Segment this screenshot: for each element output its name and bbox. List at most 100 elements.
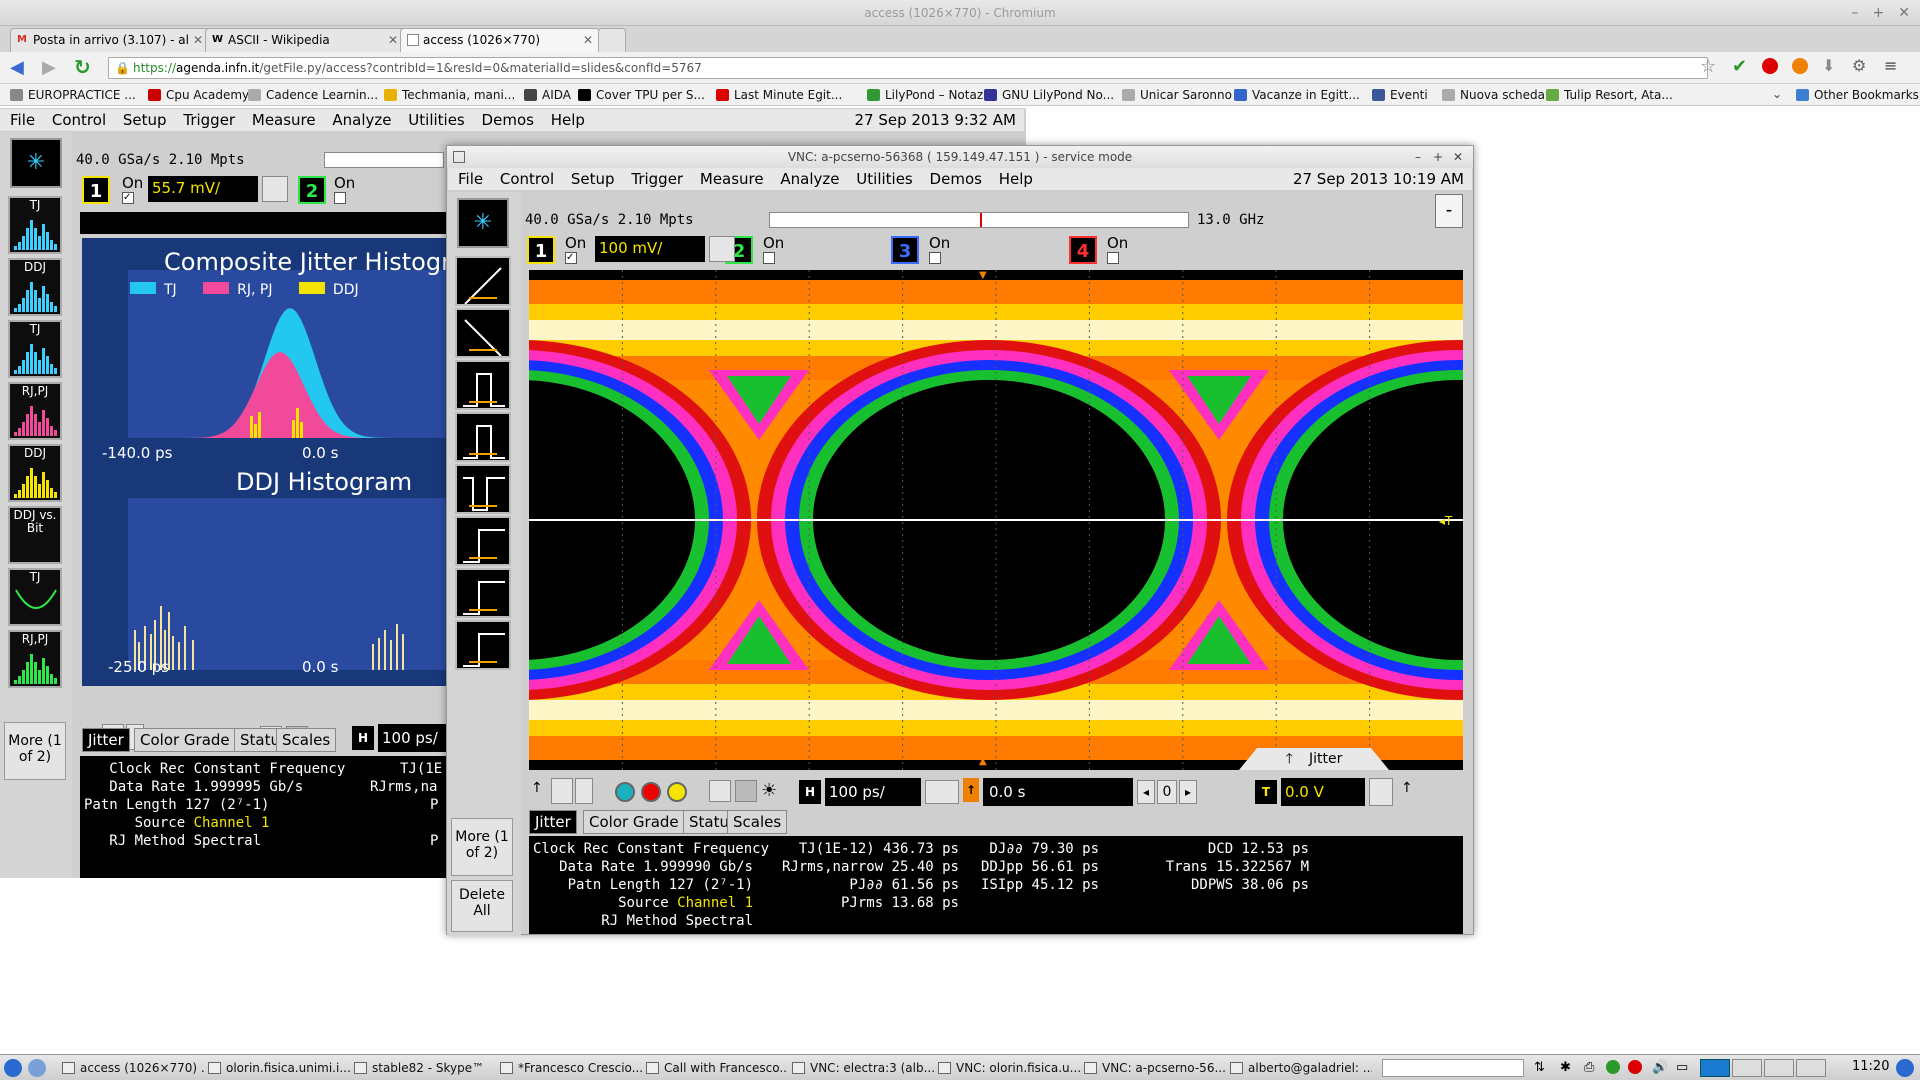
menu-help[interactable]: Help — [999, 170, 1033, 188]
ch1-scale-field[interactable]: 55.7 mV/ — [148, 176, 258, 202]
close-icon[interactable]: ✕ — [1898, 0, 1910, 26]
horizontal-icon[interactable]: H — [352, 726, 374, 750]
trigger-mode-button[interactable] — [455, 620, 511, 670]
vnc-minimize-icon[interactable]: – — [1415, 146, 1421, 168]
jitter-graph-button[interactable]: TJ — [8, 196, 62, 254]
ch2-on-checkbox[interactable] — [334, 192, 346, 204]
menu-file[interactable]: File — [458, 170, 483, 188]
start-menu-icon[interactable] — [4, 1059, 22, 1077]
tab-color-grade[interactable]: Color Grade — [134, 728, 236, 752]
jitter-tab-flag[interactable]: 🡑 Jitter — [1239, 748, 1389, 770]
browser-launcher-icon[interactable] — [28, 1059, 46, 1077]
volume-icon[interactable]: 🔊 — [1652, 1060, 1668, 1075]
trigger-mode-button[interactable] — [455, 412, 511, 462]
trigger-level-field[interactable]: 0.0 V — [1281, 778, 1365, 806]
run-button[interactable] — [615, 782, 635, 802]
jitter-graph-button[interactable]: DDJ — [8, 258, 62, 316]
menu-analyze[interactable]: Analyze — [780, 170, 839, 188]
bookmark-item[interactable]: Cadence Learnin... — [248, 87, 378, 103]
reload-icon[interactable]: ↻ — [74, 55, 91, 79]
pointer-icon[interactable]: ↑ — [531, 780, 543, 796]
collapse-button[interactable]: – — [1435, 194, 1463, 228]
taskbar-item[interactable]: access (1026×770) ... — [60, 1059, 204, 1077]
channel-1-button[interactable]: 1 — [82, 176, 110, 204]
trigger-level-arrows[interactable] — [1369, 778, 1393, 806]
bookmark-item[interactable]: Nuova scheda — [1442, 87, 1545, 103]
printer-tray-icon[interactable]: ⎙ — [1584, 1060, 1594, 1075]
taskbar-item[interactable]: VNC: electra:3 (alb... — [790, 1059, 934, 1077]
channel-4-on-checkbox[interactable] — [1107, 252, 1119, 264]
delete-all-button[interactable]: Delete All — [451, 880, 513, 932]
menu-icon[interactable]: ≡ — [1884, 56, 1897, 75]
tab-close-icon[interactable]: ✕ — [388, 29, 398, 51]
browser-tab-wikipedia[interactable]: W ASCII - Wikipedia ✕ — [205, 28, 405, 52]
logout-icon[interactable] — [1896, 1059, 1914, 1077]
jitter-graph-button[interactable]: TJ — [8, 320, 62, 378]
vnc-maximize-icon[interactable]: + — [1433, 146, 1443, 168]
gear-icon[interactable]: ⚙ — [1852, 56, 1866, 75]
bookmark-item[interactable]: Vacanze in Egitt... — [1234, 87, 1360, 103]
single-button[interactable] — [667, 782, 687, 802]
channel-1-button[interactable]: 1 — [527, 236, 555, 264]
workspace-2[interactable] — [1732, 1059, 1762, 1077]
agilent-logo-icon[interactable]: ✳ — [457, 198, 509, 248]
menu-setup[interactable]: Setup — [123, 111, 167, 129]
taskbar-item[interactable]: olorin.fisica.unimi.i... — [206, 1059, 350, 1077]
brightness-icon[interactable]: ☀ — [761, 780, 777, 801]
scroll-arrows-icon[interactable] — [551, 778, 573, 804]
bookmark-item[interactable]: Tulip Resort, Ata... — [1546, 87, 1673, 103]
url-input[interactable]: 🔒 https://agenda.infn.it/getFile.py/acce… — [108, 57, 1708, 79]
menu-control[interactable]: Control — [500, 170, 554, 188]
tab-scales[interactable]: Scales — [276, 728, 337, 752]
workspace-4[interactable] — [1796, 1059, 1826, 1077]
delay-field[interactable]: 0.0 s — [983, 778, 1133, 806]
menu-trigger[interactable]: Trigger — [631, 170, 683, 188]
eye-diagram-display[interactable]: ▼ ▲ ◂T 🡑 Jitter — [529, 270, 1463, 770]
delay-zero-button[interactable]: 0 — [1157, 780, 1177, 804]
taskbar-search-input[interactable] — [1382, 1059, 1524, 1077]
bookmark-item[interactable]: LilyPond – Notaz... — [867, 87, 995, 103]
check-extension-icon[interactable]: ✔ — [1732, 56, 1747, 77]
browser-tab-access[interactable]: access (1026×770) ✕ — [400, 28, 600, 52]
timebase-field[interactable]: 100 ps/ — [825, 778, 921, 806]
timebase-knob-arrows[interactable] — [925, 780, 959, 804]
trigger-mode-button[interactable] — [455, 308, 511, 358]
adblock-icon[interactable] — [1762, 58, 1778, 74]
workspace-1[interactable] — [1700, 1059, 1730, 1077]
jitter-graph-button[interactable]: DDJ vs. Bit — [8, 506, 62, 564]
bookmark-item[interactable]: Cpu Academy — [148, 87, 249, 103]
forward-icon[interactable]: ▶ — [42, 57, 56, 78]
jitter-graph-button[interactable]: RJ,PJ — [8, 630, 62, 688]
taskbar-item[interactable]: VNC: olorin.fisica.u... — [936, 1059, 1080, 1077]
jitter-graph-button[interactable]: RJ,PJ — [8, 382, 62, 440]
trigger-level-marker[interactable]: ◂T — [1439, 514, 1452, 528]
delay-right-arrow[interactable]: ▸ — [1179, 780, 1197, 804]
channel-1-on-checkbox[interactable]: ✓ — [565, 252, 577, 264]
more-button[interactable]: More (1 of 2) — [4, 722, 66, 780]
menu-help[interactable]: Help — [551, 111, 585, 129]
network-icon[interactable]: ⇅ — [1534, 1060, 1545, 1075]
trigger-mode-button[interactable] — [455, 516, 511, 566]
menu-utilities[interactable]: Utilities — [856, 170, 912, 188]
menu-analyze[interactable]: Analyze — [332, 111, 391, 129]
channel-3-button[interactable]: 3 — [891, 236, 919, 264]
skype-tray-icon[interactable] — [1606, 1060, 1620, 1074]
rss-icon[interactable] — [1792, 58, 1808, 74]
trigger-edge-icon[interactable]: ↑ — [1401, 780, 1413, 796]
window-menu-icon[interactable] — [453, 151, 465, 163]
agilent-logo-icon[interactable]: ✳ — [10, 138, 62, 188]
trigger-mode-button[interactable] — [455, 256, 511, 306]
bookmark-item[interactable]: Cover TPU per S... — [578, 87, 705, 103]
menu-demos[interactable]: Demos — [482, 111, 534, 129]
other-bookmarks-folder[interactable]: Other Bookmarks — [1796, 87, 1919, 103]
menu-demos[interactable]: Demos — [930, 170, 982, 188]
delay-left-arrow[interactable]: ◂ — [1137, 780, 1155, 804]
back-icon[interactable]: ◀ — [10, 57, 24, 78]
star-icon[interactable]: ☆ — [1700, 56, 1716, 77]
autoscale-icon[interactable] — [709, 780, 731, 802]
trigger-mode-button[interactable] — [455, 464, 511, 514]
trigger-mode-button[interactable] — [455, 360, 511, 410]
menu-control[interactable]: Control — [52, 111, 106, 129]
taskbar-item[interactable]: alberto@galadriel: ... — [1228, 1059, 1372, 1077]
menu-measure[interactable]: Measure — [252, 111, 316, 129]
